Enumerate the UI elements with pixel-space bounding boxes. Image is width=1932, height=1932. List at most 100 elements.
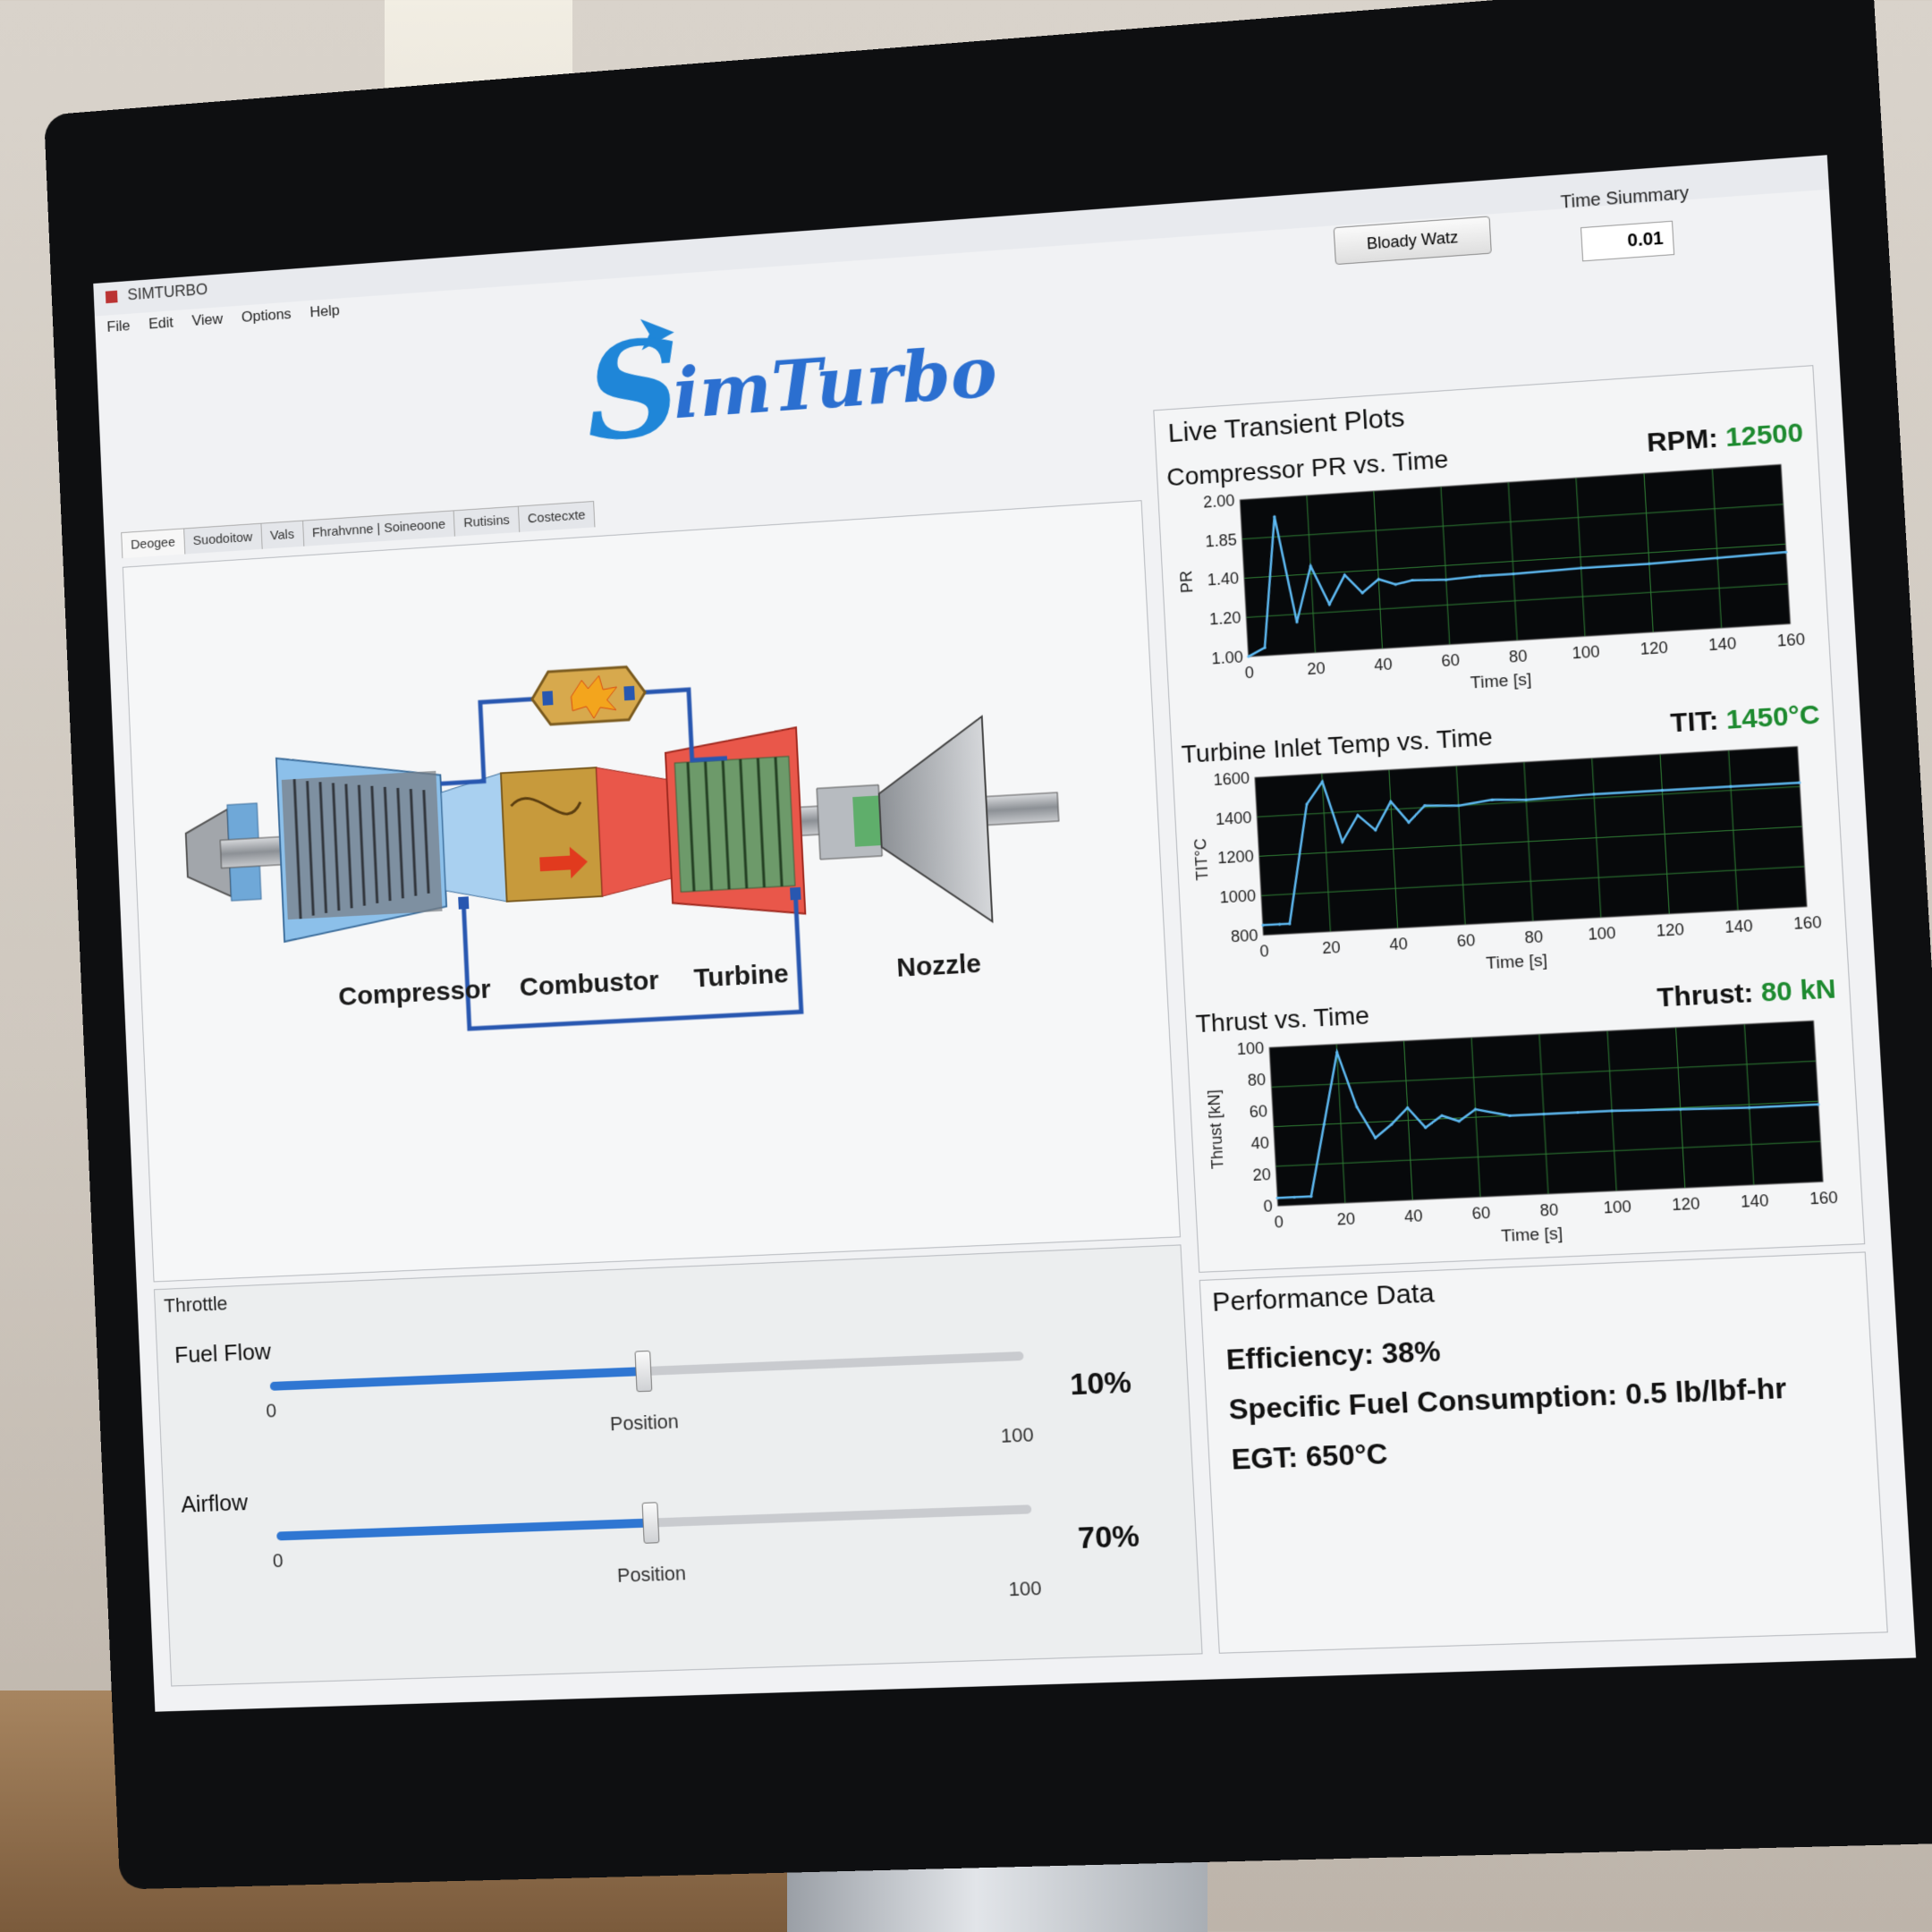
pr-xtick-label: 20 [1307, 659, 1326, 679]
pr-chart: 2.00 1.85 1.40 1.20 1.000 20 40 60 80 100 120 140 16… [1177, 453, 1806, 692]
pr-ytick-label: 1.00 [1211, 648, 1244, 668]
throttle-panel: Throttle Fuel Flow 0 Position 100 10% Ai… [153, 1244, 1203, 1687]
fuel-flow-max: 100 [1000, 1423, 1035, 1447]
tit-xtick-label: 60 [1456, 931, 1476, 951]
tit-chart: 1600 1400 1200 1000 8000 20 40 60 80 100 120 140 160… [1191, 736, 1823, 972]
simturbo-logo: ➤ S imTurbo [573, 283, 998, 471]
thrust-ytick-label: 100 [1236, 1038, 1265, 1058]
tit-ytick-label: 800 [1231, 926, 1259, 945]
rpm-readout-label: RPM: [1646, 423, 1719, 458]
tit-plot-block: Turbine Inlet Temp vs. Time TIT: 1450°C … [1181, 699, 1838, 1001]
thrust-ytick-label: 40 [1250, 1133, 1270, 1153]
pr-plot-block: Compressor PR vs. Time RPM: 12500 2.00 1.… [1166, 418, 1822, 723]
pr-yaxis-label: PR [1177, 570, 1197, 593]
thrust-plot-block: Thrust vs. Time Thrust: 80 kN 100 80 60 40 2… [1195, 974, 1855, 1272]
turbine-section [665, 727, 805, 920]
tit-xtick-label: 160 [1793, 913, 1823, 933]
menu-file[interactable]: File [106, 318, 131, 336]
fuel-flow-slider[interactable] [269, 1350, 1024, 1393]
menu-edit[interactable]: Edit [148, 314, 174, 333]
tit-yaxis-label: TIT°C [1191, 837, 1212, 881]
fuel-flow-value: 10% [1069, 1365, 1132, 1402]
sfc-readout: Specific Fuel Consumption: 0.5 lb/lbf-hr [1227, 1371, 1788, 1426]
airflow-slider-fill [276, 1518, 650, 1541]
tit-xtick-label: 100 [1588, 924, 1616, 944]
nozzle-label: Nozzle [895, 948, 982, 983]
airflow-slider[interactable] [276, 1502, 1032, 1544]
pr-xaxis-label: Time [s] [1470, 669, 1532, 692]
tab-vals[interactable]: Vals [260, 520, 305, 549]
tit-xtick-label: 40 [1389, 935, 1409, 954]
nozzle-section [814, 716, 993, 930]
pr-ytick-label: 1.85 [1205, 530, 1238, 551]
combustor-section [440, 764, 672, 905]
pr-xtick-label: 140 [1707, 634, 1737, 655]
tab-costecxte[interactable]: Costecxte [517, 500, 596, 532]
fuel-flow-slider-thumb[interactable] [634, 1350, 653, 1393]
thrust-ytick-label: 20 [1252, 1165, 1272, 1185]
egt-readout: EGT: 650°C [1230, 1436, 1389, 1476]
tit-readout: TIT: 1450°C [1670, 699, 1821, 739]
pr-plot-area [1240, 464, 1790, 657]
fuel-flow-min: 0 [265, 1399, 277, 1422]
efficiency-readout: Efficiency: 38% [1224, 1335, 1442, 1377]
fuel-flow-label: Fuel Flow [174, 1337, 272, 1368]
tab-fhrahvnne[interactable]: Fhrahvnne | Soineoone [301, 510, 456, 547]
tit-ytick-label: 1000 [1219, 886, 1257, 907]
thrust-yaxis-label: Thrust [kN] [1204, 1089, 1226, 1170]
rpm-readout-value: 12500 [1724, 417, 1805, 453]
thrust-xtick-label: 40 [1403, 1207, 1423, 1226]
logo-initial: S [582, 310, 684, 471]
window-title: SIMTURBO [127, 280, 208, 304]
airflow-value: 70% [1077, 1519, 1140, 1556]
thrust-xtick-label: 20 [1336, 1209, 1356, 1229]
menu-help[interactable]: Help [309, 301, 340, 321]
pr-ytick-label: 2.00 [1203, 491, 1236, 512]
pr-xtick-label: 0 [1244, 663, 1254, 682]
compressor-section [276, 749, 448, 942]
tit-xtick-label: 20 [1322, 938, 1342, 958]
pr-xtick-label: 80 [1508, 647, 1528, 666]
tab-rutisins[interactable]: Rutisins [453, 505, 520, 537]
tit-xtick-label: 120 [1656, 920, 1685, 940]
logo-text: imTurbo [671, 332, 999, 435]
airflow-min: 0 [272, 1549, 284, 1572]
tit-xtick-label: 0 [1259, 942, 1269, 961]
tit-xtick-label: 80 [1524, 928, 1544, 947]
pr-xtick-label: 40 [1374, 655, 1394, 674]
pr-xtick-label: 100 [1572, 642, 1600, 662]
tab-deogee[interactable]: Deogee [121, 528, 185, 559]
live-plots-panel: Live Transient Plots Compressor PR vs. T… [1153, 365, 1866, 1273]
fuel-flow-slider-fill [269, 1367, 643, 1391]
airflow-label: Airflow [180, 1488, 249, 1518]
fuel-flow-position-label: Position [609, 1410, 680, 1436]
tit-xtick-label: 140 [1724, 917, 1754, 936]
tit-ytick-label: 1200 [1217, 847, 1255, 868]
time-summary-field[interactable]: 0.01 [1580, 220, 1675, 262]
thrust-xtick-label: 140 [1740, 1191, 1769, 1211]
tit-readout-value: 1450°C [1724, 699, 1821, 735]
performance-title: Performance Data [1211, 1278, 1436, 1318]
pr-xtick-label: 120 [1640, 638, 1668, 658]
menu-view[interactable]: View [191, 310, 223, 330]
thrust-readout-label: Thrust: [1656, 978, 1755, 1013]
throttle-title: Throttle [163, 1292, 228, 1318]
thrust-xtick-label: 120 [1672, 1194, 1701, 1214]
engine-diagram-panel: Compressor Combustor Turbine Nozzle [122, 500, 1181, 1283]
thrust-ytick-label: 60 [1249, 1102, 1268, 1122]
thrust-ytick-label: 0 [1263, 1197, 1273, 1216]
airflow-position-label: Position [616, 1562, 687, 1587]
tab-suodoitow[interactable]: Suodoitow [182, 522, 263, 555]
pr-ytick-label: 1.40 [1207, 570, 1240, 590]
thrust-ytick-label: 80 [1247, 1071, 1267, 1090]
performance-panel: Performance Data Efficiency: 38% Specifi… [1199, 1251, 1888, 1654]
app-icon [105, 290, 118, 304]
tit-ytick-label: 1600 [1213, 768, 1250, 789]
menu-options[interactable]: Options [242, 305, 292, 326]
airflow-slider-thumb[interactable] [641, 1502, 660, 1544]
rpm-readout: RPM: 12500 [1646, 418, 1804, 459]
turbine-label: Turbine [693, 959, 790, 994]
app-window: SIMTURBO ▁ ❐ ✕ File Edit View Options He… [93, 155, 1917, 1712]
thrust-xtick-label: 0 [1274, 1213, 1284, 1232]
thrust-xtick-label: 80 [1539, 1200, 1559, 1220]
